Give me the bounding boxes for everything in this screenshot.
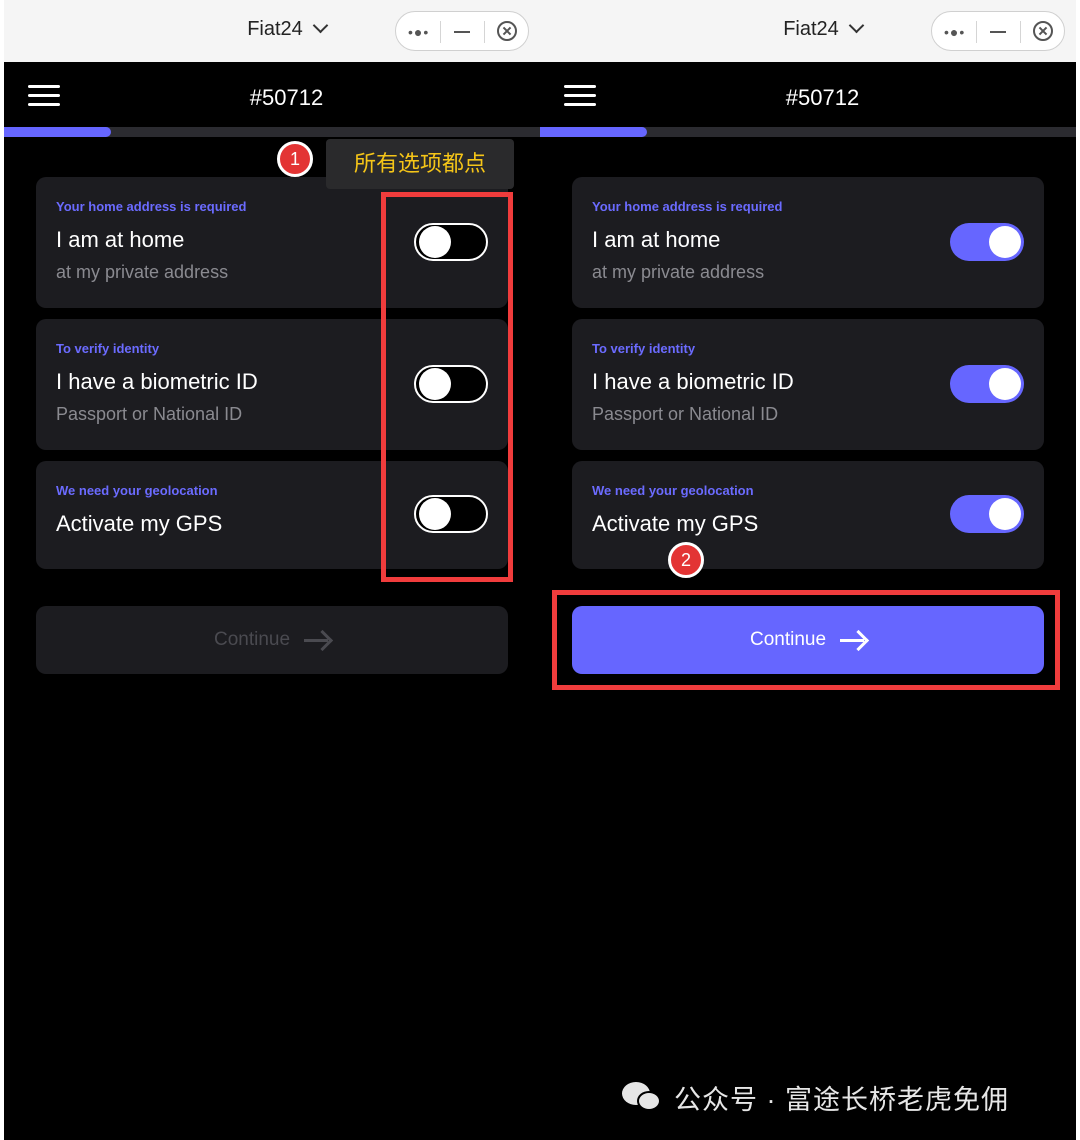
close-icon[interactable] bbox=[497, 21, 517, 41]
minimize-icon[interactable] bbox=[990, 31, 1006, 33]
app-header: #50712 bbox=[540, 62, 1076, 128]
chevron-down-icon bbox=[848, 17, 865, 34]
card-biometric-id: To verify identity I have a biometric ID… bbox=[572, 319, 1044, 450]
home-address-toggle[interactable] bbox=[950, 223, 1024, 261]
miniapp-title-bar: Fiat24 •●• bbox=[540, 0, 1076, 62]
wechat-icon bbox=[622, 1080, 664, 1116]
miniapp-capsule: •●• bbox=[395, 11, 529, 51]
card-home-address: Your home address is required I am at ho… bbox=[572, 177, 1044, 308]
step-badge-2: 2 bbox=[668, 542, 704, 578]
capsule-divider bbox=[976, 21, 977, 43]
card-title: I am at home bbox=[592, 227, 721, 252]
card-geolocation: We need your geolocation Activate my GPS bbox=[572, 461, 1044, 569]
minimize-icon[interactable] bbox=[454, 31, 470, 33]
toggle-knob bbox=[989, 368, 1021, 400]
left-screen: Fiat24 •●• #50712 Your home address is r… bbox=[4, 0, 540, 1140]
card-hint: To verify identity bbox=[592, 341, 696, 356]
card-title: I have a biometric ID bbox=[56, 369, 258, 394]
more-icon[interactable]: •●• bbox=[408, 24, 429, 40]
biometric-id-toggle[interactable] bbox=[950, 365, 1024, 403]
close-icon[interactable] bbox=[1033, 21, 1053, 41]
watermark-text: 公众号 · 富途长桥老虎免佣 bbox=[674, 1085, 1009, 1115]
capsule-divider bbox=[484, 21, 485, 43]
order-id: #50712 bbox=[249, 85, 324, 110]
chevron-down-icon bbox=[312, 17, 329, 34]
card-title: I am at home bbox=[56, 227, 185, 252]
watermark: 公众号 · 富途长桥老虎免佣 bbox=[622, 1078, 1009, 1117]
card-hint: Your home address is required bbox=[592, 199, 783, 214]
card-subtitle: at my private address bbox=[592, 262, 765, 282]
annotation-toggles-highlight bbox=[381, 192, 513, 582]
annotation-tooltip: 所有选项都点 bbox=[326, 139, 514, 189]
app-title: Fiat24 bbox=[783, 18, 839, 40]
more-icon[interactable]: •●• bbox=[944, 24, 965, 40]
progress-bar bbox=[4, 127, 540, 137]
continue-button[interactable]: Continue bbox=[36, 606, 508, 674]
app-header: #50712 bbox=[4, 62, 540, 128]
card-hint: Your home address is required bbox=[56, 199, 247, 214]
miniapp-capsule: •●• bbox=[931, 11, 1065, 51]
card-title: Activate my GPS bbox=[592, 511, 759, 536]
annotation-continue-highlight bbox=[552, 590, 1060, 690]
step-badge-1: 1 bbox=[277, 141, 313, 177]
card-hint: To verify identity bbox=[56, 341, 160, 356]
miniapp-title-bar: Fiat24 •●• bbox=[4, 0, 540, 62]
arrow-right-icon bbox=[304, 630, 330, 650]
progress-bar bbox=[540, 127, 1076, 137]
progress-fill bbox=[540, 127, 648, 137]
right-screen: Fiat24 •●• #50712 Your home address is r… bbox=[540, 0, 1076, 1140]
card-subtitle: Passport or National ID bbox=[56, 404, 243, 424]
capsule-divider bbox=[440, 21, 441, 43]
progress-fill bbox=[4, 127, 112, 137]
toggle-knob bbox=[989, 226, 1021, 258]
card-hint: We need your geolocation bbox=[56, 483, 218, 498]
card-title: Activate my GPS bbox=[56, 511, 223, 536]
card-hint: We need your geolocation bbox=[592, 483, 754, 498]
app-title: Fiat24 bbox=[247, 18, 303, 40]
card-subtitle: Passport or National ID bbox=[592, 404, 779, 424]
continue-label: Continue bbox=[213, 629, 291, 650]
gps-toggle[interactable] bbox=[950, 495, 1024, 533]
capsule-divider bbox=[1020, 21, 1021, 43]
toggle-knob bbox=[989, 498, 1021, 530]
order-id: #50712 bbox=[785, 85, 860, 110]
card-subtitle: at my private address bbox=[56, 262, 229, 282]
card-title: I have a biometric ID bbox=[592, 369, 794, 394]
